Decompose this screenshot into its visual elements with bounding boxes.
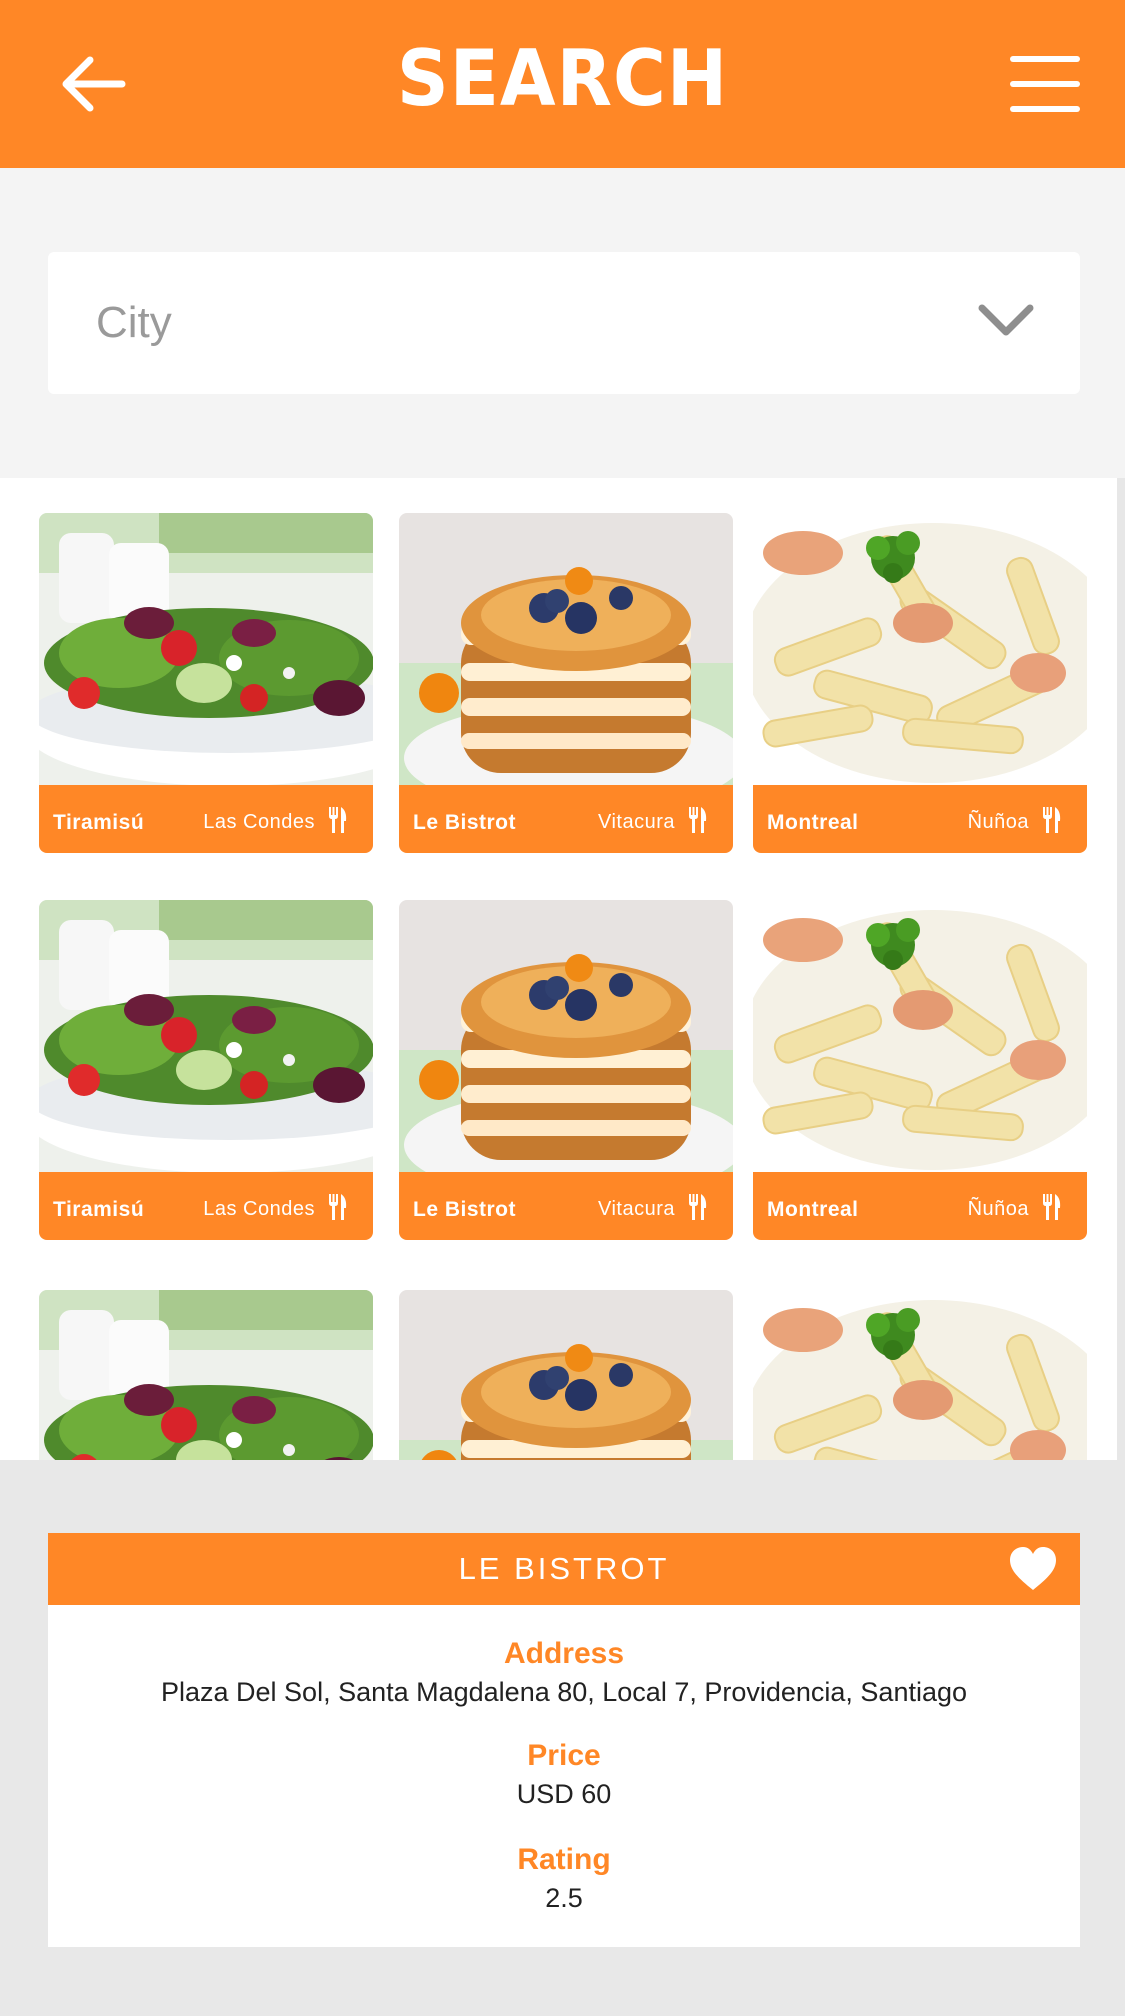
restaurant-photo bbox=[39, 900, 373, 1172]
restaurant-card[interactable] bbox=[39, 1290, 373, 1460]
restaurant-area: Ñuñoa bbox=[967, 811, 1029, 833]
restaurant-area: Ñuñoa bbox=[967, 1198, 1029, 1220]
restaurant-area: Las Condes bbox=[203, 1198, 315, 1220]
restaurant-card[interactable] bbox=[753, 1290, 1087, 1460]
price-label: Price bbox=[527, 1739, 601, 1772]
restaurant-name: Montreal bbox=[767, 811, 859, 834]
grid-scrollbar[interactable] bbox=[1117, 478, 1125, 1460]
detail-header: LE BISTROT bbox=[48, 1533, 1080, 1605]
menu-button[interactable] bbox=[1010, 54, 1080, 114]
price-value: USD 60 bbox=[516, 1779, 612, 1809]
filter-area: City bbox=[0, 168, 1125, 478]
restaurant-name: Le Bistrot bbox=[413, 1198, 517, 1221]
favorite-button[interactable] bbox=[1008, 1546, 1058, 1592]
restaurant-area: Vitacura bbox=[597, 811, 675, 833]
restaurant-name: Tiramisú bbox=[53, 811, 145, 834]
restaurant-card[interactable]: Le Bistrot Vitacura bbox=[399, 513, 733, 853]
fork-knife-icon bbox=[1043, 807, 1061, 833]
restaurant-card-bar: Le Bistrot Vitacura bbox=[399, 1172, 733, 1240]
city-select[interactable]: City bbox=[48, 252, 1080, 394]
detail-body: Address Plaza Del Sol, Santa Magdalena 8… bbox=[48, 1605, 1080, 1947]
restaurant-photo bbox=[753, 513, 1087, 785]
detail-restaurant-name: LE BISTROT bbox=[458, 1551, 670, 1586]
restaurant-grid: Tiramisú Las Condes Le Bistrot Vitacura … bbox=[0, 478, 1125, 1460]
restaurant-card-bar: Montreal Ñuñoa bbox=[753, 1172, 1087, 1240]
restaurant-name: Tiramisú bbox=[53, 1198, 145, 1221]
fork-knife-icon bbox=[329, 1194, 347, 1220]
restaurant-photo bbox=[39, 513, 373, 785]
restaurant-card[interactable]: Montreal Ñuñoa bbox=[753, 513, 1087, 853]
restaurant-card-bar: Tiramisú Las Condes bbox=[39, 1172, 373, 1240]
rating-value: 2.5 bbox=[545, 1883, 583, 1913]
rating-label: Rating bbox=[517, 1843, 611, 1876]
restaurant-card[interactable]: Tiramisú Las Condes bbox=[39, 513, 373, 853]
restaurant-card-bar: Montreal Ñuñoa bbox=[753, 785, 1087, 853]
restaurant-photo bbox=[753, 1290, 1087, 1460]
restaurant-card-bar: Tiramisú Las Condes bbox=[39, 785, 373, 853]
restaurant-card-bar: Le Bistrot Vitacura bbox=[399, 785, 733, 853]
fork-knife-icon bbox=[689, 807, 707, 833]
restaurant-photo bbox=[753, 900, 1087, 1172]
fork-knife-icon bbox=[1043, 1194, 1061, 1220]
page-title: SEARCH bbox=[396, 32, 729, 124]
restaurant-name: Le Bistrot bbox=[413, 811, 517, 834]
restaurant-photo bbox=[399, 1290, 733, 1460]
restaurant-photo bbox=[399, 900, 733, 1172]
city-select-placeholder: City bbox=[96, 298, 172, 347]
restaurant-photo bbox=[399, 513, 733, 785]
restaurant-area: Vitacura bbox=[597, 1198, 675, 1220]
restaurant-card[interactable]: Montreal Ñuñoa bbox=[753, 900, 1087, 1240]
address-label: Address bbox=[503, 1637, 625, 1670]
restaurant-area: Las Condes bbox=[203, 811, 315, 833]
restaurant-name: Montreal bbox=[767, 1198, 859, 1221]
address-value: Plaza Del Sol, Santa Magdalena 80, Local… bbox=[160, 1677, 968, 1707]
restaurant-card[interactable]: Le Bistrot Vitacura bbox=[399, 900, 733, 1240]
fork-knife-icon bbox=[329, 807, 347, 833]
chevron-down-icon bbox=[978, 304, 1034, 336]
app-header: SEARCH bbox=[0, 0, 1125, 168]
restaurant-card[interactable] bbox=[399, 1290, 733, 1460]
hamburger-menu-icon bbox=[1010, 56, 1080, 62]
restaurant-card[interactable]: Tiramisú Las Condes bbox=[39, 900, 373, 1240]
heart-icon bbox=[1010, 1547, 1056, 1590]
fork-knife-icon bbox=[689, 1194, 707, 1220]
restaurant-photo bbox=[39, 1290, 373, 1460]
